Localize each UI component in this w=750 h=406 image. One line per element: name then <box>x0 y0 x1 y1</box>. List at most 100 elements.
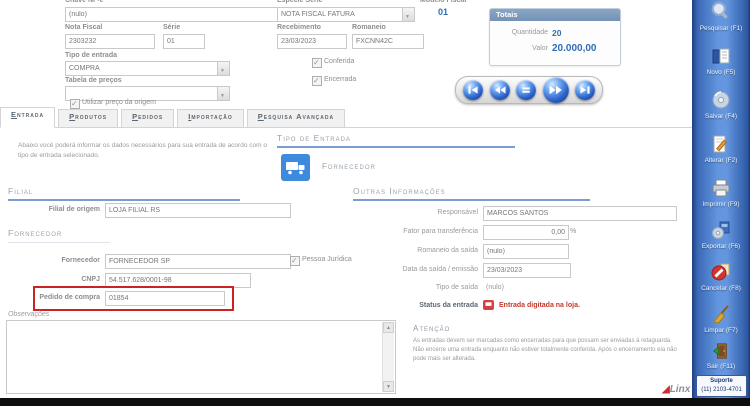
exportar-button[interactable]: Exportar (F6) <box>692 220 750 250</box>
chevron-down-icon[interactable] <box>402 8 414 24</box>
chave-nfe-label: Chave NF-e <box>65 0 104 4</box>
intro-text: Abaixo você poderá informar os dados nec… <box>18 142 267 159</box>
cancel-icon <box>711 263 731 284</box>
limpar-label: Limpar (F7) <box>704 327 738 334</box>
exportar-label: Exportar (F6) <box>701 243 741 250</box>
quantidade-label: Quantidade <box>511 29 548 36</box>
recebimento-label: Recebimento <box>277 24 321 31</box>
sair-label: Sair (F11) <box>706 363 736 370</box>
tab-strip: Entrada Produtos Pedidos Importação Pesq… <box>0 107 692 128</box>
cancelar-label: Cancelar (F8) <box>701 285 741 292</box>
data-saida-input[interactable] <box>483 263 571 278</box>
cancelar-button[interactable]: Cancelar (F8) <box>692 262 750 292</box>
encerrada-checkbox[interactable] <box>312 76 322 86</box>
totais-title: Totais <box>490 9 620 21</box>
responsavel-label: Responsável <box>437 209 478 216</box>
observacoes-textarea[interactable]: ▲ ▼ <box>6 320 396 394</box>
chevron-down-icon[interactable] <box>217 87 229 103</box>
alterar-button[interactable]: Alterar (F2) <box>692 134 750 164</box>
salvar-button[interactable]: Salvar (F4) <box>692 90 750 120</box>
exit-icon <box>712 343 730 362</box>
linx-logo: ◢Linx <box>662 384 691 395</box>
nav-previous-icon[interactable] <box>489 80 510 100</box>
support-info[interactable]: Suporte (11) 2103-4701 <box>696 375 747 397</box>
especie-serie-select[interactable]: NOTA FISCAL FATURA <box>277 7 415 24</box>
tab-importacao-label: Importação <box>188 112 233 121</box>
filial-section-title: Filial <box>8 186 34 196</box>
serie-input[interactable] <box>163 34 205 49</box>
observacoes-label: Observações <box>8 311 50 318</box>
romaneio-saida-input[interactable] <box>483 244 569 259</box>
nav-stop-icon[interactable] <box>516 80 536 100</box>
tabela-precos-label: Tabela de preços <box>65 77 122 84</box>
fornecedor-input[interactable] <box>105 254 291 269</box>
entry-form-window: Chave NF-e Nota Fiscal Série Tipo de ent… <box>0 0 750 406</box>
pesquisar-button[interactable]: Pesquisar (F1) <box>692 0 750 32</box>
brand-text: Linx <box>669 384 691 395</box>
encerrada-label: Encerrada <box>324 76 357 83</box>
salvar-label: Salvar (F4) <box>704 113 738 120</box>
tab-importacao[interactable]: Importação <box>177 109 244 127</box>
especie-serie-value: NOTA FISCAL FATURA <box>281 11 355 18</box>
pessoa-juridica-checkbox[interactable] <box>290 256 300 266</box>
chevron-down-icon[interactable] <box>217 62 229 78</box>
nav-last-icon[interactable] <box>575 80 595 100</box>
tab-pedidos[interactable]: Pedidos <box>121 109 175 127</box>
limpar-button[interactable]: Limpar (F7) <box>692 304 750 334</box>
support-title: Suporte <box>710 378 733 384</box>
imprimir-button[interactable]: Imprimir (F9) <box>692 178 750 208</box>
responsavel-input[interactable] <box>483 206 677 221</box>
modelo-fiscal-label: Modelo Fiscal <box>420 0 467 4</box>
tipo-entrada-label: Tipo de entrada <box>65 52 117 59</box>
especie-serie-label: Espécie Série <box>277 0 323 4</box>
atencao-line2: Não encerre uma entrada enquanto não est… <box>413 347 677 362</box>
valor-value: 20.000,00 <box>552 43 597 54</box>
status-entrada-label: Status da entrada <box>419 302 478 309</box>
chave-nfe-input[interactable] <box>65 7 313 22</box>
print-icon <box>711 179 731 200</box>
section-divider <box>277 146 515 148</box>
new-icon <box>711 48 731 68</box>
tab-pesquisa-avancada[interactable]: Pesquisa Avançada <box>246 109 346 127</box>
tipo-entrada-section-title: Tipo de Entrada <box>277 133 351 143</box>
conferida-checkbox[interactable] <box>312 58 322 68</box>
alterar-label: Alterar (F2) <box>704 157 738 164</box>
bottom-bar <box>0 398 750 406</box>
atencao-title: Atenção <box>413 324 451 333</box>
tab-entrada-label: Entrada <box>11 110 45 119</box>
nav-next-icon[interactable] <box>542 77 569 103</box>
fator-transferencia-input[interactable] <box>483 225 569 240</box>
sair-button[interactable]: Sair (F11) <box>692 342 750 370</box>
conferida-label: Conferida <box>324 58 355 65</box>
nav-first-icon[interactable] <box>463 80 483 100</box>
filial-origem-input[interactable] <box>105 203 291 218</box>
novo-button[interactable]: Novo (F5) <box>692 46 750 76</box>
support-phone: (11) 2103-4701 <box>701 387 742 393</box>
imprimir-label: Imprimir (F9) <box>702 201 740 208</box>
fornecedor-label: Fornecedor <box>61 257 100 264</box>
nota-fiscal-label: Nota Fiscal <box>65 24 103 31</box>
nota-fiscal-input[interactable] <box>65 34 155 49</box>
scroll-down-icon[interactable]: ▼ <box>383 381 394 392</box>
tipo-saida-label: Tipo de saída <box>435 284 478 291</box>
utilizar-preco-label: Utilizar preço da origem <box>82 99 156 106</box>
tipo-entrada-select[interactable]: COMPRA <box>65 61 230 78</box>
tab-produtos-label: Produtos <box>69 112 108 121</box>
serie-label: Série <box>163 24 181 31</box>
cnpj-label: CNPJ <box>81 276 100 283</box>
tipo-saida-value: (nulo) <box>486 284 504 291</box>
status-red-icon <box>483 300 494 312</box>
valor-label: Valor <box>532 45 548 52</box>
tab-entrada[interactable]: Entrada <box>0 107 56 128</box>
tab-produtos[interactable]: Produtos <box>58 109 119 127</box>
scroll-up-icon[interactable]: ▲ <box>383 322 394 333</box>
recebimento-input[interactable] <box>277 34 347 49</box>
romaneio-input[interactable] <box>352 34 424 49</box>
fator-transferencia-label: Fator para transferência <box>403 228 478 235</box>
pessoa-juridica-label: Pessoa Jurídica <box>302 256 352 263</box>
tipo-entrada-value: Fornecedor <box>322 162 376 171</box>
action-sidebar: Pesquisar (F1) Novo (F5) Salvar (F4) Alt… <box>692 0 750 406</box>
utilizar-preco-checkbox[interactable] <box>70 99 80 109</box>
scrollbar[interactable]: ▲ ▼ <box>382 322 394 392</box>
record-navigator <box>455 76 603 104</box>
